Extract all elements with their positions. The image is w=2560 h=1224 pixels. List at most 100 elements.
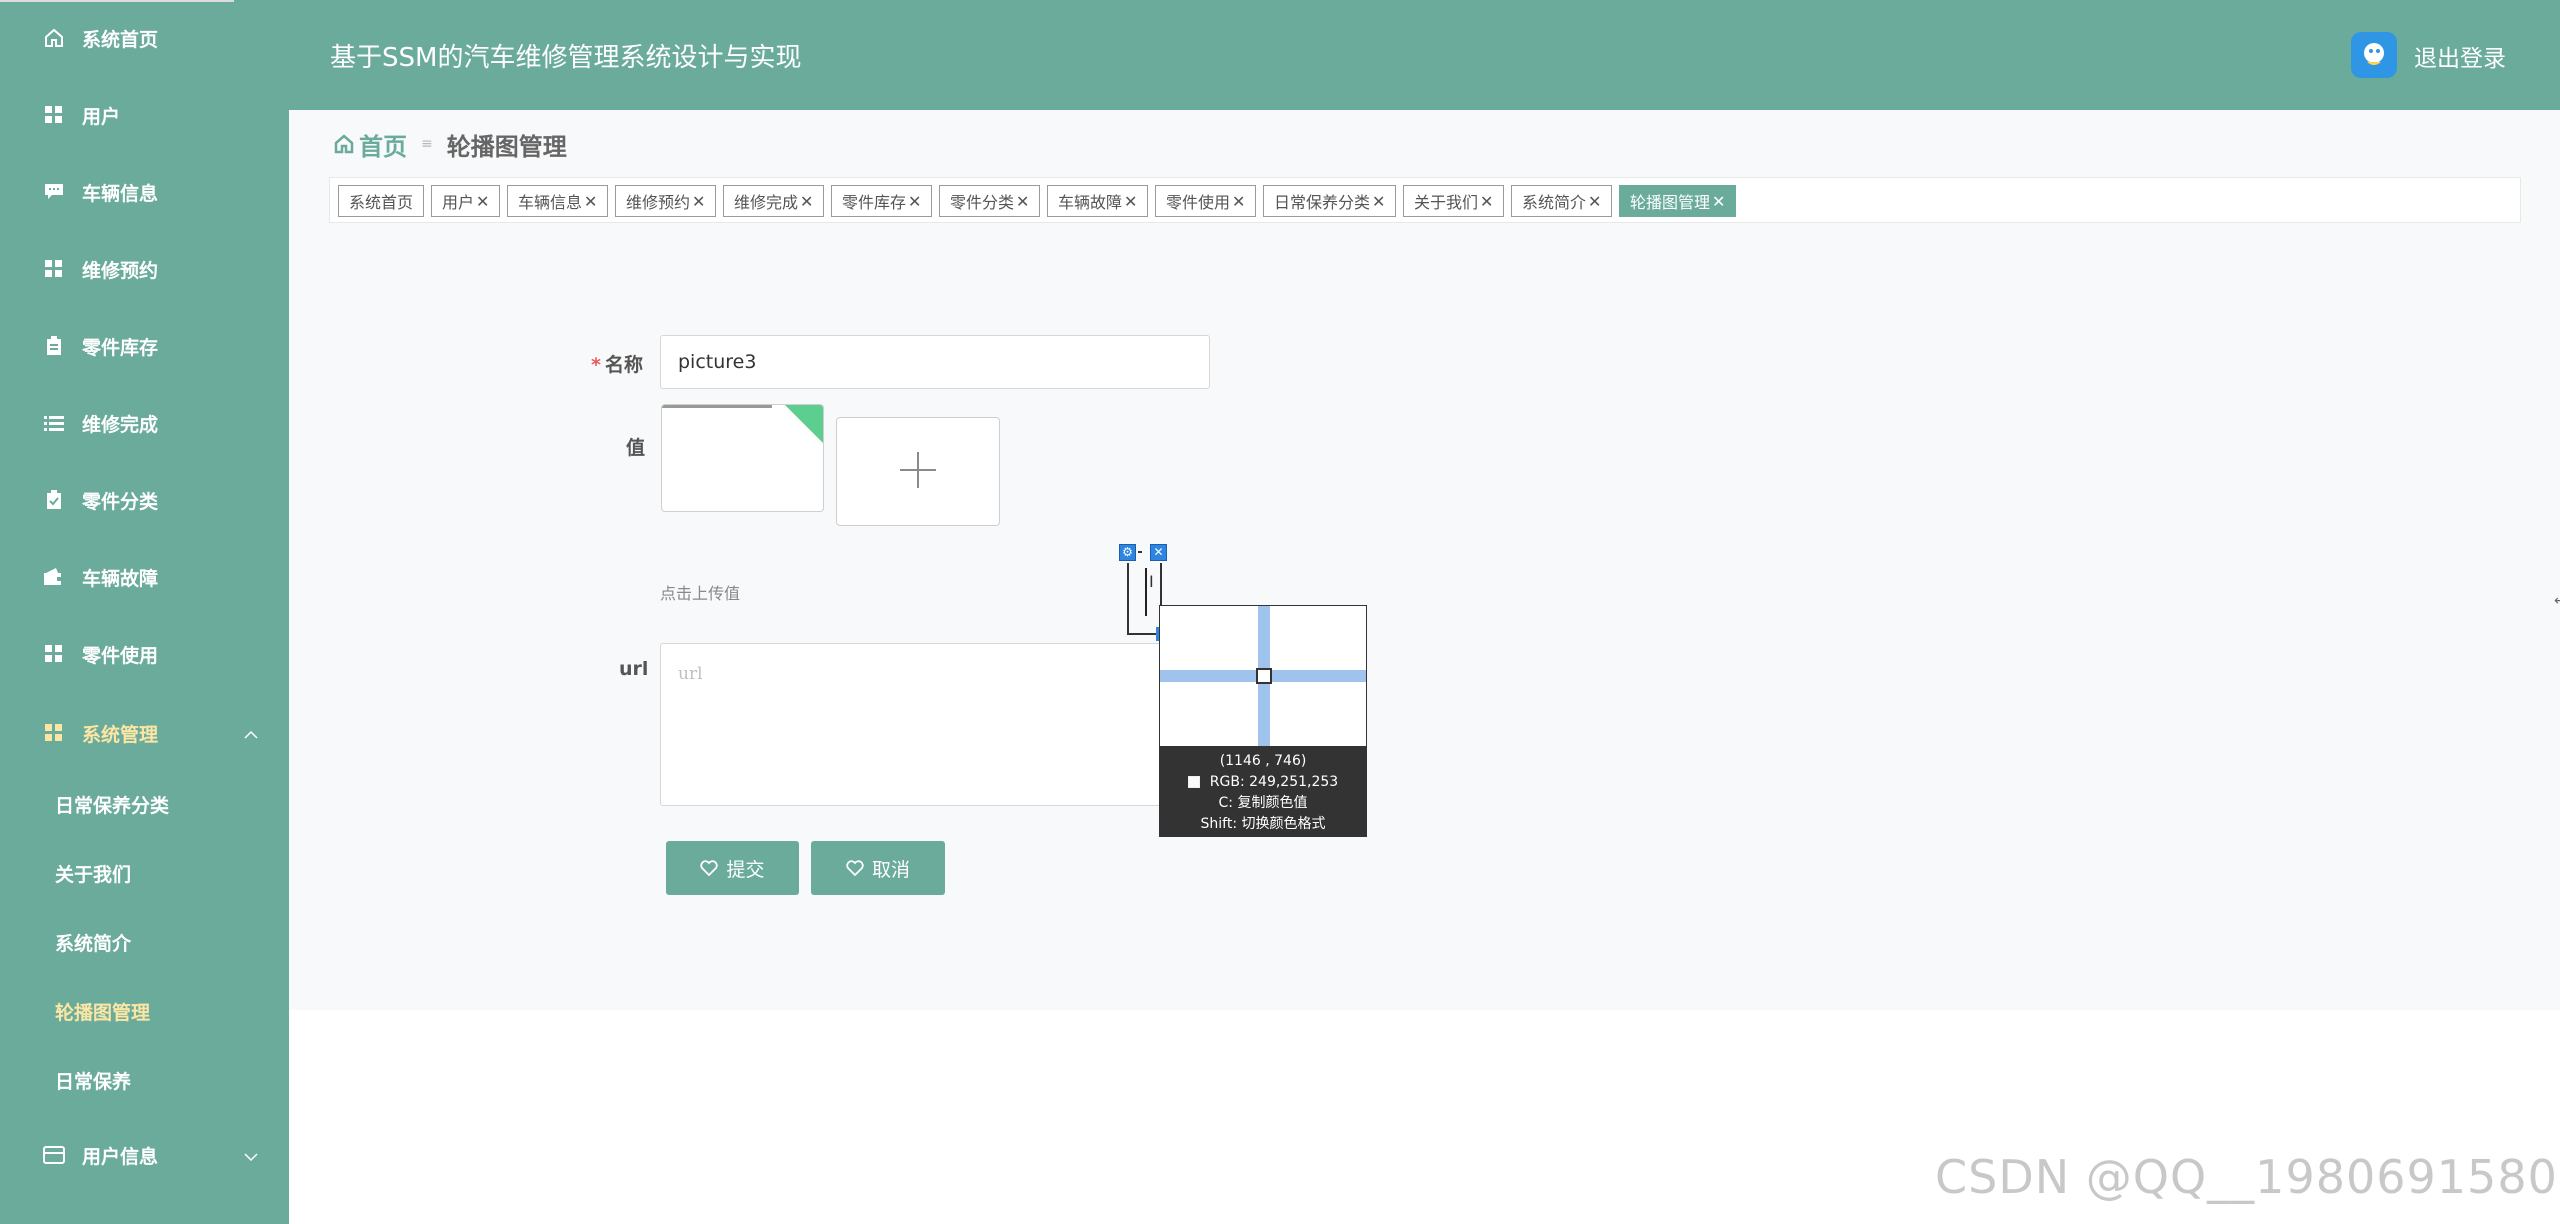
sidebar-item-vehicle-fault[interactable]: 车辆故障 (0, 547, 289, 607)
minimize-icon[interactable] (1138, 551, 1142, 553)
close-icon[interactable]: ✕ (476, 192, 489, 211)
watermark: CSDN @QQ__1980691580 (1935, 1150, 2558, 1204)
top-divider (0, 0, 234, 2)
tag-label: 车辆信息 (518, 193, 583, 212)
sidebar-item-parts-usage[interactable]: 零件使用 (0, 624, 289, 684)
scroll-indicator: ← (2554, 593, 2560, 609)
logout-button[interactable]: 退出登录 (2414, 39, 2506, 73)
breadcrumb-current: 轮播图管理 (446, 132, 567, 161)
tag-label: 零件使用 (1166, 193, 1231, 212)
name-input[interactable]: picture3 (660, 335, 1210, 389)
sidebar-item-repair-booking[interactable]: 维修预约 (0, 239, 289, 299)
color-swatch (1187, 776, 1200, 788)
sidebar-item-label: 系统首页 (82, 28, 159, 51)
url-label: url (619, 658, 649, 680)
close-icon[interactable]: ✕ (1712, 192, 1725, 211)
tag-repair-done[interactable]: 维修完成 ✕ (723, 185, 825, 217)
close-icon[interactable]: ✕ (1016, 192, 1029, 211)
crosshair-center (1256, 668, 1272, 684)
tag-parts-stock[interactable]: 零件库存 ✕ (831, 185, 933, 217)
tag-users[interactable]: 用户 ✕ (431, 185, 501, 217)
close-icon[interactable]: ✕ (800, 192, 813, 211)
tag-label: 系统简介 (1522, 193, 1587, 212)
tag-about-us[interactable]: 关于我们 ✕ (1403, 185, 1505, 217)
breadcrumb-home-label: 首页 (359, 132, 407, 161)
close-icon[interactable]: ✕ (1124, 192, 1137, 211)
avatar[interactable] (2351, 32, 2397, 78)
grid-icon (42, 721, 66, 745)
cancel-button[interactable]: 取消 (811, 841, 945, 895)
sidebar-item-home[interactable]: 系统首页 (0, 8, 289, 68)
breadcrumb-home[interactable]: 首页 (333, 127, 407, 162)
close-icon[interactable]: ✕ (1150, 543, 1167, 561)
home-icon (42, 26, 66, 50)
top-header: 基于SSM的汽车维修管理系统设计与实现 退出登录 (289, 0, 2560, 110)
upload-hint: 点击上传值 (660, 584, 741, 603)
sidebar-item-repair-done[interactable]: 维修完成 (0, 393, 289, 453)
settings-icon[interactable]: ⚙ (1119, 543, 1136, 561)
sidebar-item-system-management[interactable]: 系统管理 (0, 703, 289, 763)
picker-rgb-row: RGB: 249,251,253 (1159, 772, 1367, 793)
tag-vehicle-info[interactable]: 车辆信息 ✕ (507, 185, 609, 217)
tag-parts-category[interactable]: 零件分类 ✕ (939, 185, 1041, 217)
close-icon[interactable]: ✕ (1588, 192, 1601, 211)
text-caret (1145, 568, 1147, 616)
close-icon[interactable]: ✕ (692, 192, 705, 211)
sidebar-subitem-about-us[interactable]: 关于我们 (0, 845, 289, 901)
sidebar-subitem-maintenance-category[interactable]: 日常保养分类 (0, 776, 289, 832)
sidebar-item-parts-category[interactable]: 零件分类 (0, 470, 289, 530)
color-picker-toolbar: ⚙ ✕ (1119, 543, 1167, 561)
heart-icon (700, 860, 719, 876)
sidebar-item-label: 维修预约 (82, 259, 159, 282)
plus-icon (898, 450, 938, 494)
value-label: 值 (626, 437, 646, 459)
sidebar-subitem-label: 轮播图管理 (55, 1001, 151, 1024)
sidebar-item-label: 零件库存 (82, 336, 159, 359)
sidebar-item-parts-stock[interactable]: 零件库存 (0, 316, 289, 376)
close-icon[interactable]: ✕ (908, 192, 921, 211)
app-title: 基于SSM的汽车维修管理系统设计与实现 (330, 43, 802, 73)
tag-label: 系统首页 (349, 193, 414, 212)
card-icon (42, 1143, 66, 1167)
tag-system-home[interactable]: 系统首页 (338, 185, 425, 217)
close-icon[interactable]: ✕ (1232, 192, 1245, 211)
sidebar-item-label: 用户 (82, 105, 121, 128)
tag-label: 零件库存 (842, 193, 907, 212)
uploaded-image-thumbnail[interactable] (661, 404, 824, 512)
sidebar-subitem-carousel[interactable]: 轮播图管理 (0, 983, 289, 1039)
chat-icon (42, 180, 66, 204)
sidebar-item-label: 维修完成 (82, 413, 159, 436)
tag-maintenance-category[interactable]: 日常保养分类 ✕ (1263, 185, 1397, 217)
grid-icon (42, 257, 66, 281)
sidebar-subitem-label: 关于我们 (55, 863, 132, 886)
upload-success-corner (785, 405, 823, 443)
clipboard-icon (42, 334, 66, 358)
sidebar-item-label: 系统管理 (82, 723, 159, 746)
tag-label: 用户 (442, 193, 475, 212)
sidebar-subitem-label: 系统简介 (55, 932, 132, 955)
sidebar-subitem-maintenance[interactable]: 日常保养 (0, 1052, 289, 1108)
heart-icon (846, 860, 864, 876)
tag-carousel[interactable]: 轮播图管理 ✕ (1619, 185, 1737, 217)
tag-label: 日常保养分类 (1274, 193, 1371, 212)
tag-label: 关于我们 (1414, 193, 1479, 212)
tag-system-intro[interactable]: 系统简介 ✕ (1511, 185, 1613, 217)
close-icon[interactable]: ✕ (584, 192, 597, 211)
sidebar-item-users[interactable]: 用户 (0, 85, 289, 145)
checklist-icon (42, 488, 66, 512)
picker-coords: (1146 , 746) (1219, 753, 1307, 769)
close-icon[interactable]: ✕ (1480, 192, 1493, 211)
url-textarea[interactable]: url (660, 643, 1180, 806)
sidebar-item-vehicle-info[interactable]: 车辆信息 (0, 162, 289, 222)
close-icon[interactable]: ✕ (1372, 192, 1385, 211)
sidebar-subitem-system-intro[interactable]: 系统简介 (0, 914, 289, 970)
submit-button[interactable]: 提交 (666, 841, 799, 895)
upload-button[interactable] (836, 417, 1000, 526)
grid-icon (42, 103, 66, 127)
tag-vehicle-fault[interactable]: 车辆故障 ✕ (1047, 185, 1149, 217)
sidebar-item-label: 车辆信息 (82, 182, 159, 205)
picker-rgb: RGB: 249,251,253 (1209, 774, 1339, 790)
tag-parts-usage[interactable]: 零件使用 ✕ (1155, 185, 1257, 217)
sidebar-item-user-info[interactable]: 用户信息 (0, 1125, 289, 1185)
tag-repair-booking[interactable]: 维修预约 ✕ (615, 185, 717, 217)
